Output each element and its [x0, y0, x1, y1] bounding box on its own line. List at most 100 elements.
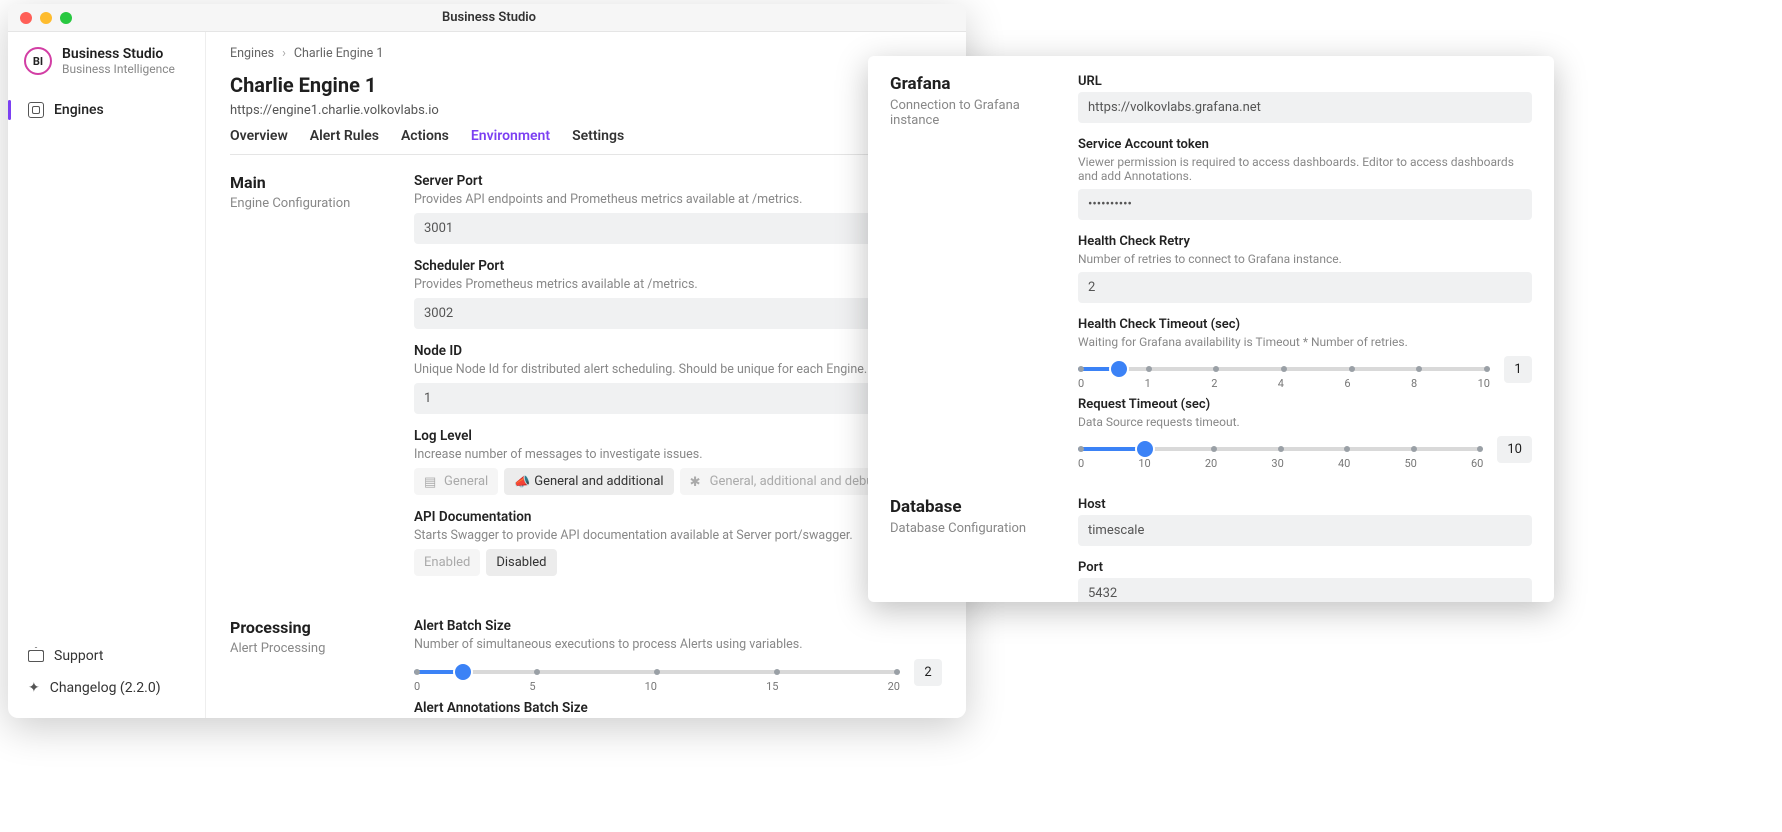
tab-settings[interactable]: Settings [572, 128, 624, 154]
field-node-id: Node ID Unique Node Id for distributed a… [414, 343, 942, 414]
tick-label: 50 [1404, 457, 1416, 470]
tick-label: 1 [1145, 377, 1151, 390]
breadcrumb-root[interactable]: Engines [230, 46, 274, 61]
field-label: Port [1078, 560, 1532, 575]
field-desc: Viewer permission is required to access … [1078, 155, 1532, 183]
field-desc: Increase number of messages to investiga… [414, 447, 942, 462]
tick-label: 10 [645, 680, 657, 693]
section-grafana: Grafana Connection to Grafana instance U… [890, 74, 1532, 477]
field-request-timeout: Request Timeout (sec) Data Source reques… [1078, 397, 1532, 463]
field-desc: Starts Swagger to provide API documentat… [414, 528, 942, 543]
close-window-icon[interactable] [20, 12, 32, 24]
section-title: Database [890, 497, 1058, 517]
seg-label: General [444, 474, 488, 489]
doc-icon: ▤ [424, 475, 438, 489]
field-label: Node ID [414, 343, 942, 359]
db-host-input[interactable]: timescale [1078, 515, 1532, 546]
tick-label: 0 [1078, 457, 1084, 470]
field-db-port: Port 5432 [1078, 560, 1532, 602]
field-label: URL [1078, 74, 1532, 89]
log-level-general-additional[interactable]: 📣 General and additional [504, 468, 673, 495]
sidebar: BI Business Studio Business Intelligence… [8, 32, 206, 718]
field-label: API Documentation [414, 509, 942, 525]
request-timeout-slider[interactable]: 0 10 20 30 40 50 60 [1078, 435, 1483, 463]
health-timeout-slider[interactable]: 0 1 2 4 6 8 10 [1078, 355, 1490, 383]
sidebar-item-support[interactable]: Support [18, 640, 195, 672]
tab-environment[interactable]: Environment [471, 128, 550, 154]
page-title: Charlie Engine 1 [230, 73, 942, 97]
main-window: Business Studio BI Business Studio Busin… [8, 4, 966, 718]
breadcrumb-current: Charlie Engine 1 [294, 46, 384, 61]
tick-label: 5 [529, 680, 535, 693]
field-label: Request Timeout (sec) [1078, 397, 1532, 412]
field-label: Alert Batch Size [414, 618, 942, 634]
field-service-token: Service Account token Viewer permission … [1078, 137, 1532, 220]
tick-label: 10 [1138, 457, 1150, 470]
sidebar-item-engines[interactable]: Engines [18, 94, 195, 126]
section-title: Main [230, 173, 390, 192]
scheduler-port-input[interactable]: 3002 [414, 298, 942, 329]
server-port-input[interactable]: 3001 [414, 213, 942, 244]
api-doc-disabled[interactable]: Disabled [486, 549, 556, 576]
log-level-general[interactable]: ▤ General [414, 468, 498, 495]
field-log-level: Log Level Increase number of messages to… [414, 428, 942, 495]
tab-alert-rules[interactable]: Alert Rules [310, 128, 379, 154]
right-panel-window: Grafana Connection to Grafana instance U… [868, 56, 1554, 602]
field-desc: Provides Prometheus metrics available at… [414, 277, 942, 292]
alert-batch-value[interactable]: 2 [914, 659, 942, 686]
section-processing: Processing Alert Processing Alert Batch … [230, 618, 942, 718]
page-url: https://engine1.charlie.volkovlabs.io [230, 103, 942, 118]
bug-icon: ✱ [690, 475, 704, 489]
api-doc-segments: Enabled Disabled [414, 549, 942, 576]
tick-label: 4 [1278, 377, 1284, 390]
grafana-url-input[interactable]: https://volkovlabs.grafana.net [1078, 92, 1532, 123]
sidebar-item-label: Changelog (2.2.0) [50, 680, 161, 696]
request-timeout-value[interactable]: 10 [1497, 436, 1532, 463]
field-alert-annotations: Alert Annotations Batch Size Number of s… [414, 700, 942, 718]
field-server-port: Server Port Provides API endpoints and P… [414, 173, 942, 244]
megaphone-icon: 📣 [514, 475, 528, 489]
breadcrumb: Engines › Charlie Engine 1 [230, 46, 942, 61]
api-doc-enabled[interactable]: Enabled [414, 549, 480, 576]
field-label: Alert Annotations Batch Size [414, 700, 942, 716]
field-label: Log Level [414, 428, 942, 444]
node-id-input[interactable]: 1 [414, 383, 942, 414]
health-timeout-value[interactable]: 1 [1504, 356, 1532, 383]
tick-label: 8 [1411, 377, 1417, 390]
field-label: Health Check Retry [1078, 234, 1532, 249]
alert-batch-slider[interactable]: 0 5 10 15 20 [414, 658, 900, 686]
minimize-window-icon[interactable] [40, 12, 52, 24]
section-subtitle: Connection to Grafana instance [890, 98, 1058, 128]
tab-overview[interactable]: Overview [230, 128, 288, 154]
sidebar-item-label: Engines [54, 102, 104, 118]
tab-actions[interactable]: Actions [401, 128, 449, 154]
db-port-input[interactable]: 5432 [1078, 578, 1532, 602]
tick-label: 15 [766, 680, 778, 693]
sidebar-item-label: Support [54, 648, 103, 664]
brand-subtitle: Business Intelligence [62, 62, 175, 76]
tick-label: 20 [888, 680, 900, 693]
tick-label: 30 [1271, 457, 1283, 470]
field-api-doc: API Documentation Starts Swagger to prov… [414, 509, 942, 576]
envelope-icon [28, 650, 44, 662]
field-label: Host [1078, 497, 1532, 512]
field-desc: Provides API endpoints and Prometheus me… [414, 192, 942, 207]
field-alert-batch: Alert Batch Size Number of simultaneous … [414, 618, 942, 686]
field-desc: Number of simultaneous executions to pro… [414, 637, 942, 652]
tick-label: 2 [1211, 377, 1217, 390]
log-level-segments: ▤ General 📣 General and additional ✱ Gen… [414, 468, 942, 495]
field-label: Scheduler Port [414, 258, 942, 274]
section-title: Processing [230, 618, 390, 637]
section-main: Main Engine Configuration Server Port Pr… [230, 173, 942, 590]
field-health-timeout: Health Check Timeout (sec) Waiting for G… [1078, 317, 1532, 383]
field-label: Server Port [414, 173, 942, 189]
field-health-retry: Health Check Retry Number of retries to … [1078, 234, 1532, 303]
sidebar-item-changelog[interactable]: ✦ Changelog (2.2.0) [18, 672, 195, 704]
maximize-window-icon[interactable] [60, 12, 72, 24]
service-token-input[interactable]: •••••••••• [1078, 189, 1532, 220]
health-retry-input[interactable]: 2 [1078, 272, 1532, 303]
tick-label: 0 [1078, 377, 1084, 390]
engines-icon [28, 102, 44, 118]
window-title: Business Studio [72, 10, 906, 25]
brand: BI Business Studio Business Intelligence [18, 46, 195, 76]
